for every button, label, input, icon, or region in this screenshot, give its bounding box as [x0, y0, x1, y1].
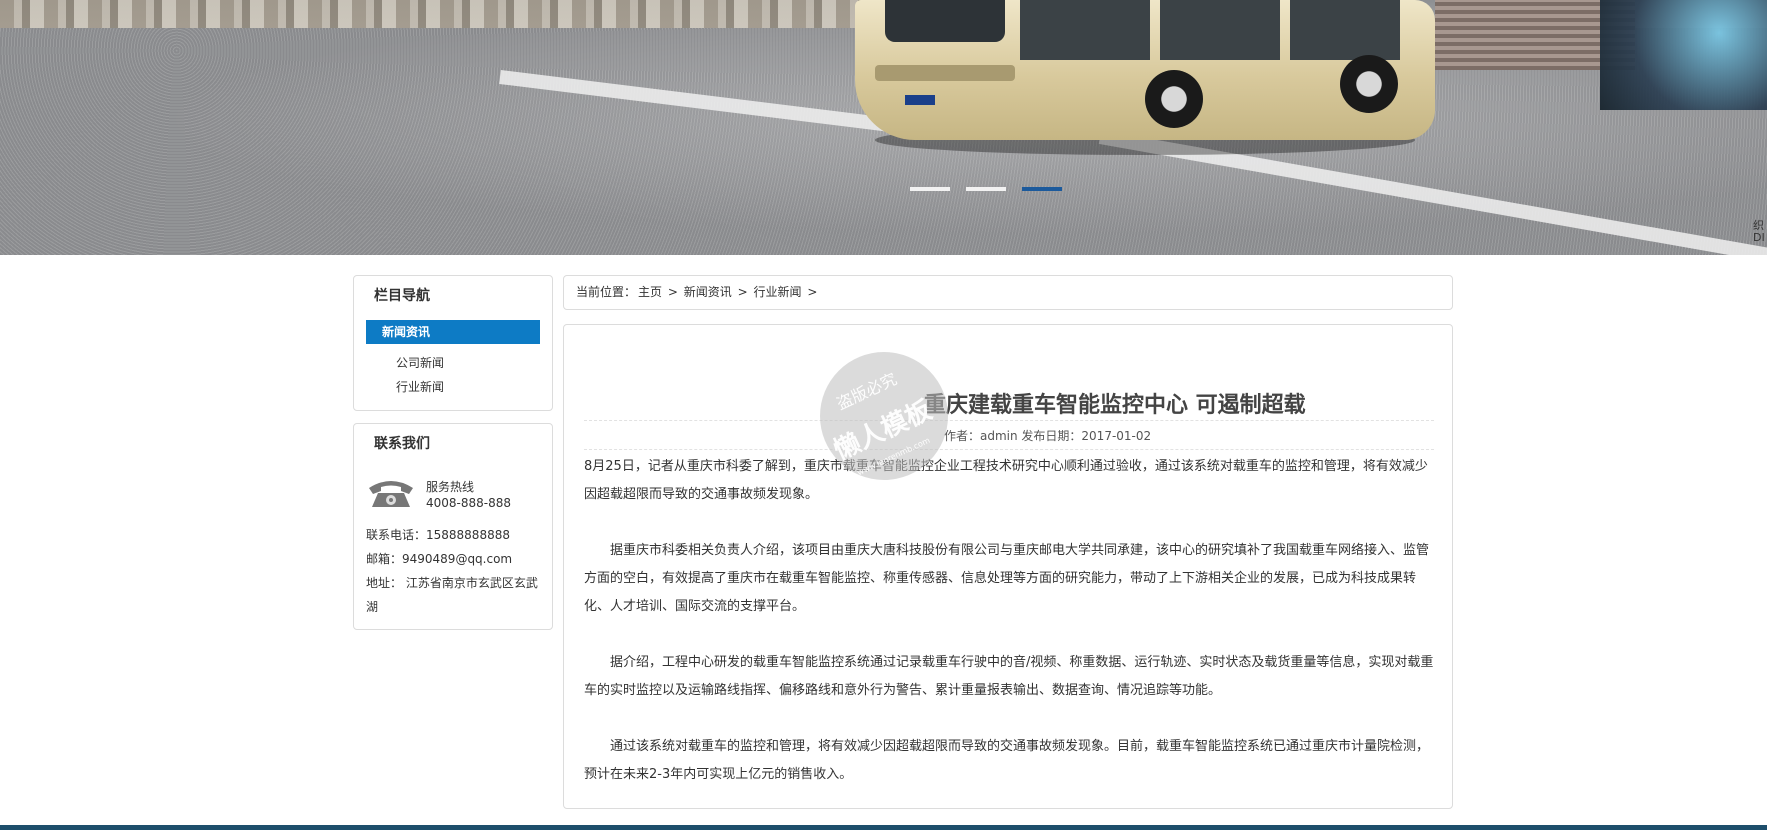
article-body: 8月25日，记者从重庆市科委了解到，重庆市载重车智能监控企业工程技术研究中心顺利…: [584, 453, 1434, 817]
slider-dot-2[interactable]: [966, 187, 1006, 191]
breadcrumb-separator: >: [737, 285, 748, 299]
nav-item-industry-news[interactable]: 行业新闻: [396, 378, 444, 395]
bus-window: [1020, 0, 1150, 60]
article-paragraph: 通过该系统对载重车的监控和管理，将有效减少因超载超限而导致的交通事故频发现象。目…: [584, 739, 1430, 782]
contact-phone: 联系电话：15888888888: [366, 528, 510, 542]
slider-dot-3[interactable]: [1022, 187, 1062, 191]
breadcrumb-separator: >: [807, 285, 818, 299]
divider: [584, 420, 1434, 421]
bus-wheel: [1145, 70, 1203, 128]
contact-title: 联系我们: [374, 436, 430, 452]
telephone-icon: [366, 476, 416, 510]
article-paragraph: 据重庆市科委相关负责人介绍，该项目由重庆大唐科技股份有限公司与重庆邮电大学共同承…: [584, 543, 1430, 614]
column-nav-title: 栏目导航: [374, 288, 430, 304]
article-paragraph: 据介绍，工程中心研发的载重车智能监控系统通过记录载重车行驶中的音/视频、称重数据…: [584, 655, 1434, 698]
article-meta: 作者：admin 发布日期：2017-01-02: [944, 429, 1152, 443]
bus-windshield: [885, 0, 1005, 42]
banner-edge-text: 织DI: [1753, 219, 1765, 244]
nav-item-news[interactable]: 新闻资讯: [366, 320, 540, 344]
contact-email: 邮箱：9490489@qq.com: [366, 552, 513, 566]
contact-panel: 联系我们 服务热线 4008-888-888 联系电话：15888888888 …: [353, 423, 553, 630]
article-paragraph: 8月25日，记者从重庆市科委了解到，重庆市载重车智能监控企业工程技术研究中心顺利…: [584, 459, 1428, 502]
footer-bar: [0, 825, 1767, 830]
light-glow: [1600, 0, 1767, 110]
hero-banner: 织DI: [0, 0, 1767, 255]
breadcrumb-prefix: 当前位置：: [576, 285, 637, 299]
city-skyline: [0, 0, 900, 28]
slider-dots: [910, 187, 1062, 191]
bus-window: [1290, 0, 1400, 60]
contact-address: 地址： 江苏省南京市玄武区玄武湖: [366, 576, 538, 614]
divider: [584, 449, 1434, 450]
article-title: 重庆建载重车智能监控中心 可遏制超载: [924, 393, 1306, 418]
column-nav-panel: 栏目导航 新闻资讯 公司新闻 行业新闻: [353, 275, 553, 411]
breadcrumb-news[interactable]: 新闻资讯: [684, 285, 732, 299]
bus-window: [1160, 0, 1280, 60]
hotline-label: 服务热线: [426, 480, 475, 494]
breadcrumb-home[interactable]: 主页: [638, 285, 662, 299]
watermark-seal: 盗版必究 懒人模板 www.lanrenmb.com: [820, 352, 948, 480]
bus-image: [855, 0, 1435, 155]
bus-plate: [905, 95, 935, 105]
breadcrumb-industry-news[interactable]: 行业新闻: [753, 285, 801, 299]
breadcrumb: 当前位置： 主页 > 新闻资讯 > 行业新闻 >: [563, 275, 1453, 310]
bus-wheel: [1340, 55, 1398, 113]
slider-dot-1[interactable]: [910, 187, 950, 191]
breadcrumb-separator: >: [667, 285, 678, 299]
bus-grill: [875, 65, 1015, 81]
nav-item-company-news[interactable]: 公司新闻: [396, 354, 444, 371]
hotline-number: 4008-888-888: [426, 496, 512, 510]
article-panel: 重庆建载重车智能监控中心 可遏制超载 作者：admin 发布日期：2017-01…: [563, 324, 1453, 809]
